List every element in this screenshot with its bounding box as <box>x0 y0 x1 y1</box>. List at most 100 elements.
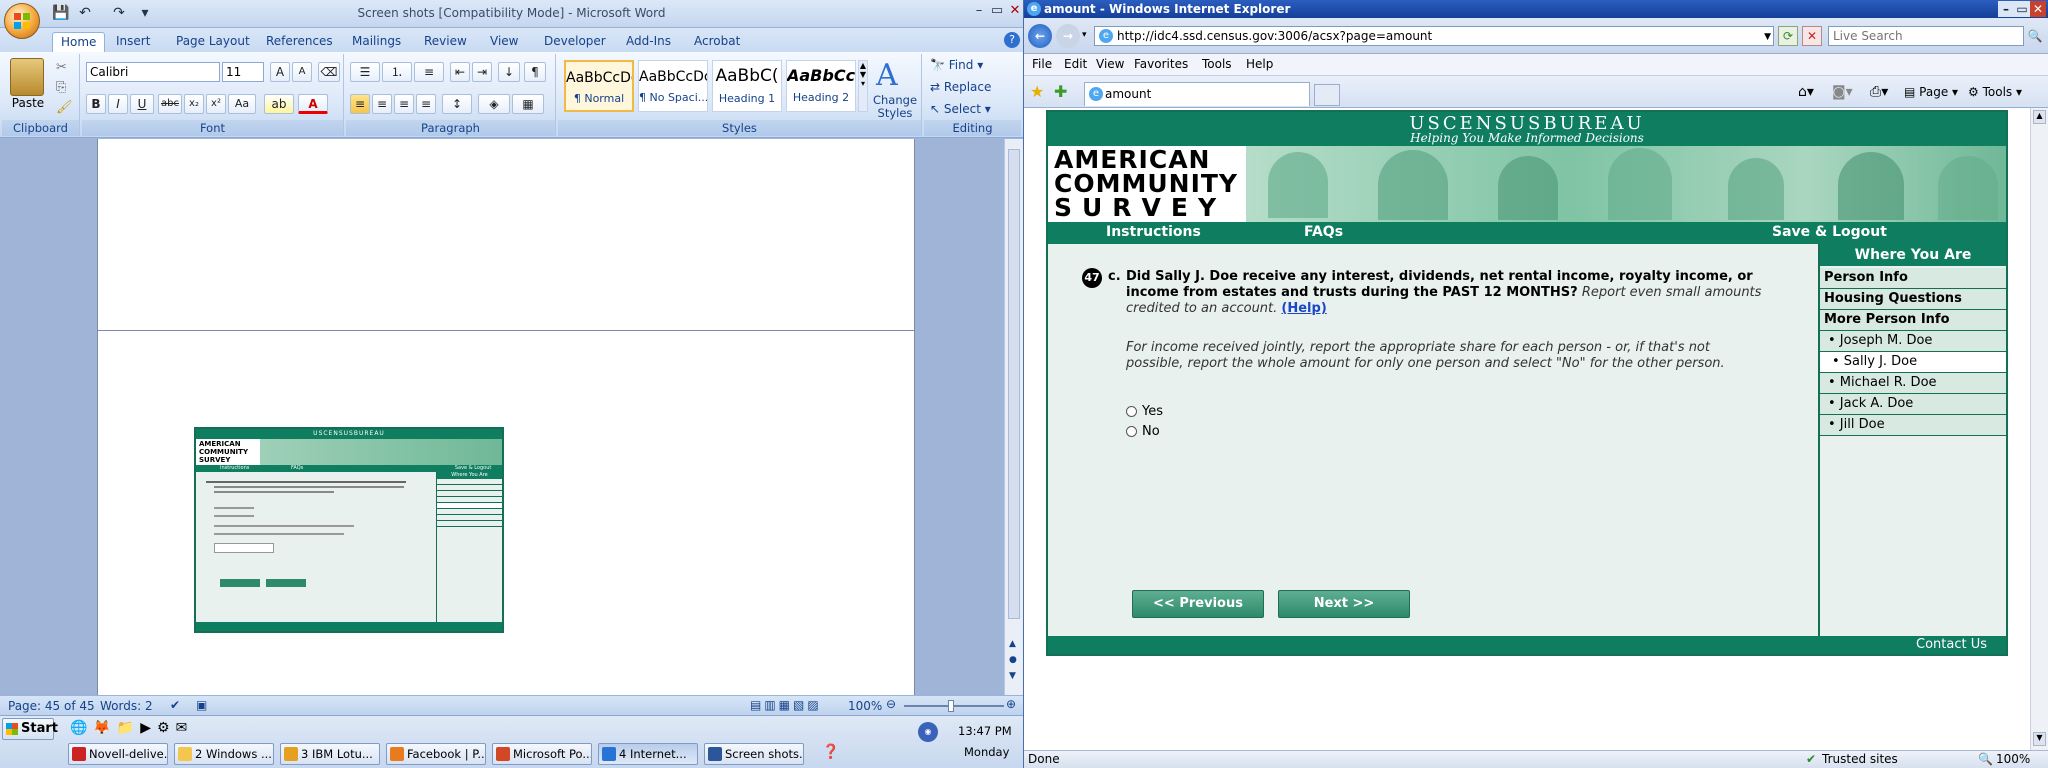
search-icon[interactable]: 🔍 <box>2026 26 2044 46</box>
align-center-icon[interactable]: ≡ <box>372 94 392 114</box>
nav-save-logout[interactable]: Save & Logout <box>1772 224 1887 240</box>
clear-format-icon[interactable]: ⌫ <box>318 62 340 82</box>
grow-font-icon[interactable]: A <box>270 62 290 82</box>
decrease-indent-icon[interactable]: ⇤ <box>450 62 470 82</box>
forward-icon[interactable]: → <box>1056 24 1080 48</box>
shading-icon[interactable]: ◈ <box>478 94 510 114</box>
bullets-icon[interactable]: ☰ <box>350 62 380 82</box>
strikethrough-icon[interactable]: abc <box>158 94 182 114</box>
menu-tools[interactable]: Tools <box>1202 57 1232 71</box>
shrink-font-icon[interactable]: A <box>292 62 312 82</box>
subscript-icon[interactable]: x₂ <box>184 94 204 114</box>
zoom-slider[interactable] <box>904 705 1004 707</box>
underline-icon[interactable]: U <box>130 94 154 114</box>
styles-scroll[interactable]: ▲ ▼ ▾ <box>858 60 868 112</box>
menu-favorites[interactable]: Favorites <box>1134 57 1188 71</box>
borders-icon[interactable]: ▦ <box>512 94 544 114</box>
change-styles-icon[interactable]: A <box>876 58 898 93</box>
sidebar-item-jill[interactable]: • Jill Doe <box>1820 415 2006 436</box>
tab-insert[interactable]: Insert <box>108 32 158 52</box>
address-dropdown-icon[interactable]: ▼ <box>1764 28 1771 46</box>
favorites-star-icon[interactable]: ★ <box>1030 82 1044 101</box>
stop-icon[interactable]: ✕ <box>1802 26 1822 46</box>
style-normal[interactable]: AaBbCcDc ¶ Normal <box>564 60 634 112</box>
prev-page-icon[interactable]: ▲ <box>1009 639 1016 649</box>
nav-instructions[interactable]: Instructions <box>1106 224 1201 240</box>
paste-icon[interactable] <box>10 58 44 96</box>
numbering-icon[interactable]: ⒈ <box>382 62 412 82</box>
macro-icon[interactable]: ▣ <box>196 698 207 712</box>
previous-button[interactable]: << Previous <box>1132 590 1264 618</box>
taskbar-facebook[interactable]: Facebook | P... <box>386 743 486 765</box>
print-icon[interactable]: ⎙▾ <box>1870 84 1888 100</box>
new-tab-button[interactable] <box>1314 84 1340 106</box>
multilevel-list-icon[interactable]: ≡ <box>414 62 444 82</box>
paste-button[interactable]: Paste <box>6 96 50 110</box>
clock-time[interactable]: 13:47 PM <box>958 724 1012 738</box>
tab-page-layout[interactable]: Page Layout <box>168 32 258 52</box>
format-painter-icon[interactable]: 🖌 <box>56 100 73 115</box>
start-button[interactable]: Start <box>2 718 58 740</box>
select-button[interactable]: ↖ Select ▾ <box>930 102 991 116</box>
font-color-icon[interactable]: A <box>298 94 328 114</box>
nav-faqs[interactable]: FAQs <box>1304 224 1343 240</box>
home-icon[interactable]: ⌂▾ <box>1798 84 1814 100</box>
bold-icon[interactable]: B <box>86 94 106 114</box>
zoom-level[interactable]: 100% <box>848 699 882 713</box>
menu-help[interactable]: Help <box>1246 57 1273 71</box>
browse-object-icon[interactable]: ● <box>1009 655 1017 665</box>
change-styles-button[interactable]: Change Styles <box>870 94 920 120</box>
sidebar-item-more-person-info[interactable]: More Person Info <box>1820 310 2006 331</box>
restore-icon[interactable]: ▭ <box>2014 1 2030 17</box>
menu-file[interactable]: File <box>1032 57 1052 71</box>
page-indicator[interactable]: Page: 45 of 45 <box>8 699 95 713</box>
word-vertical-scrollbar[interactable]: ▲ ● ▼ <box>1004 139 1023 695</box>
tab-add-ins[interactable]: Add-Ins <box>618 32 679 52</box>
radio-no[interactable] <box>1126 426 1137 437</box>
font-name-select[interactable]: Calibri <box>86 62 220 82</box>
taskbar-windows[interactable]: 2 Windows ... <box>174 743 274 765</box>
minimize-icon[interactable]: – <box>1998 1 2014 17</box>
taskbar-lotus[interactable]: 3 IBM Lotu... <box>280 743 380 765</box>
tab-developer[interactable]: Developer <box>536 32 614 52</box>
refresh-icon[interactable]: ⟳ <box>1778 26 1798 46</box>
document-area[interactable]: USCENSUSBUREAU AMERICAN COMMUNITY SURVEY… <box>0 139 1004 695</box>
style-heading-2[interactable]: AaBbCc Heading 2 <box>786 60 856 112</box>
cut-icon[interactable]: ✂ <box>56 60 67 75</box>
zoom-in-icon[interactable]: ⊕ <box>1006 697 1016 711</box>
history-dropdown-icon[interactable]: ▾ <box>1082 30 1087 40</box>
tab-acrobat[interactable]: Acrobat <box>686 32 748 52</box>
align-left-icon[interactable]: ≡ <box>350 94 370 114</box>
address-input[interactable]: e http://idc4.ssd.census.gov:3006/acsx?p… <box>1094 26 1774 46</box>
office-button[interactable] <box>4 3 40 39</box>
justify-icon[interactable]: ≡ <box>416 94 436 114</box>
close-icon[interactable]: ✕ <box>2030 1 2046 17</box>
tab-amount[interactable]: e amount <box>1084 82 1310 106</box>
ie-vertical-scrollbar[interactable]: ▲ ▼ <box>2030 108 2048 750</box>
back-icon[interactable]: ← <box>1028 24 1052 48</box>
style-no-spacing[interactable]: AaBbCcDc ¶ No Spaci... <box>638 60 708 112</box>
word-count[interactable]: Words: 2 <box>100 699 153 713</box>
sort-icon[interactable]: ↓ <box>498 62 520 82</box>
next-page-icon[interactable]: ▼ <box>1009 671 1016 681</box>
close-icon[interactable]: ✕ <box>1004 2 1026 20</box>
search-input[interactable] <box>1828 26 2024 46</box>
taskbar-internet[interactable]: 4 Internet... <box>598 743 698 765</box>
radio-no-label[interactable]: No <box>1142 424 1160 439</box>
scroll-thumb[interactable] <box>1008 149 1020 619</box>
font-size-select[interactable]: 11 <box>222 62 264 82</box>
menu-edit[interactable]: Edit <box>1064 57 1087 71</box>
tray-help-icon[interactable]: ❓ <box>822 744 839 760</box>
zoom-out-icon[interactable]: ⊖ <box>886 697 896 711</box>
contact-us-link[interactable]: Contact Us <box>1916 637 1987 652</box>
help-icon[interactable]: ? <box>1004 32 1020 48</box>
tab-references[interactable]: References <box>258 32 341 52</box>
document-page[interactable]: USCENSUSBUREAU AMERICAN COMMUNITY SURVEY… <box>97 330 915 695</box>
tab-review[interactable]: Review <box>416 32 475 52</box>
sidebar-item-person-info[interactable]: Person Info <box>1820 268 2006 289</box>
sidebar-item-michael[interactable]: • Michael R. Doe <box>1820 373 2006 394</box>
taskbar-word[interactable]: Screen shots... <box>704 743 804 765</box>
scroll-up-icon[interactable]: ▲ <box>2033 110 2046 124</box>
tray-network-icon[interactable]: ◉ <box>918 722 938 742</box>
find-button[interactable]: 🔭 Find ▾ <box>930 58 983 72</box>
